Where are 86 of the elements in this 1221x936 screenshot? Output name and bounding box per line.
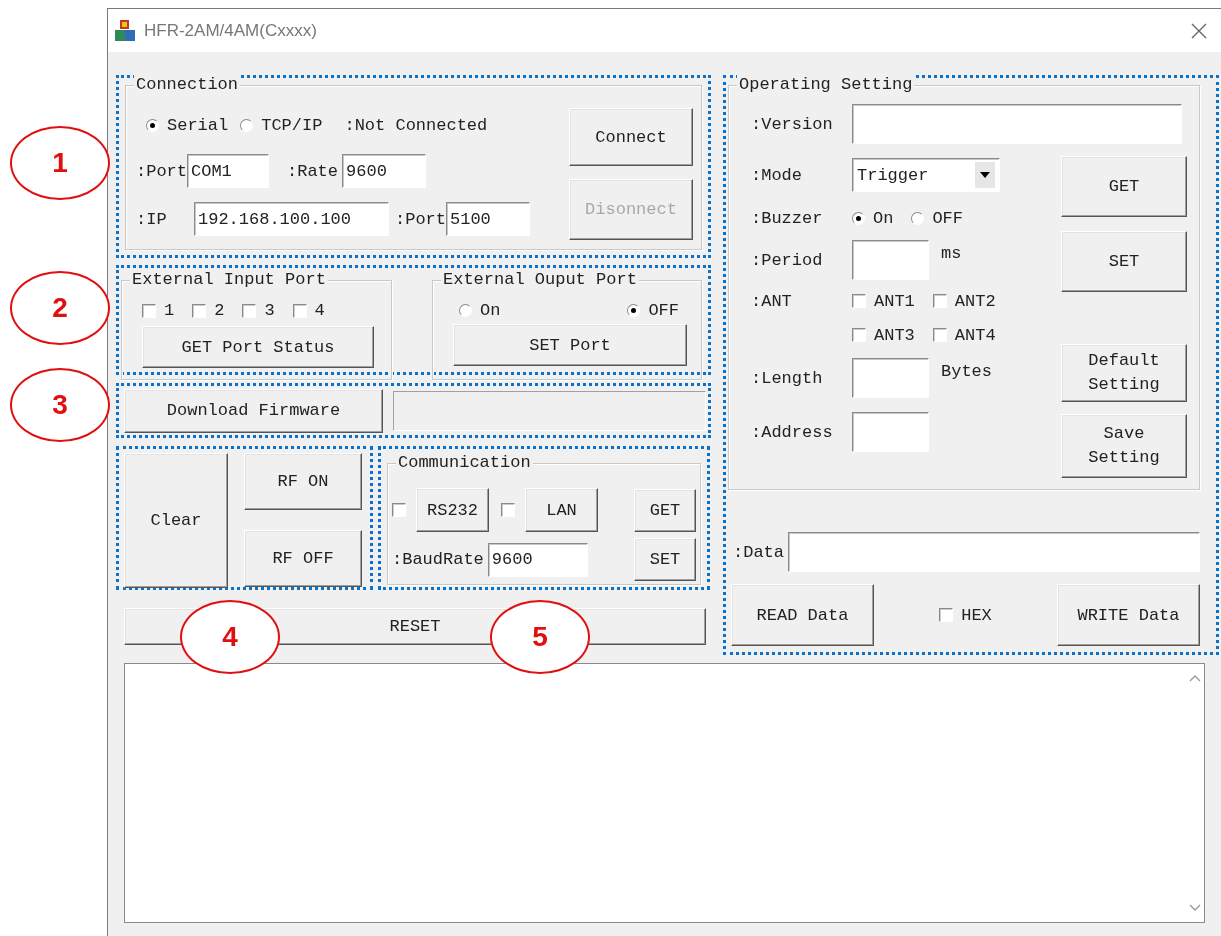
checkbox-label: 2	[214, 301, 225, 320]
data-field[interactable]	[788, 532, 1200, 572]
field-label: :Buzzer	[751, 208, 824, 228]
button[interactable]: SET Port	[453, 324, 687, 366]
caret-icon	[975, 162, 995, 188]
callout-number: 3	[10, 368, 110, 442]
checkbox-label: 4	[314, 301, 325, 320]
group-title: External Input Port	[130, 270, 328, 290]
unit-label: Bytes	[941, 362, 992, 381]
checkbox[interactable]	[932, 294, 947, 308]
checkbox[interactable]	[392, 503, 406, 517]
checkbox-label: HEX	[961, 605, 992, 625]
version-field[interactable]	[852, 104, 1182, 144]
callout-number: 1	[10, 126, 110, 200]
radio-button[interactable]	[627, 304, 641, 317]
field-label: :Mode	[751, 165, 803, 185]
field-label: :IP	[136, 209, 168, 229]
checkbox-label: ANT2	[954, 291, 996, 311]
button[interactable]: GET	[1061, 156, 1187, 217]
radio-button[interactable]	[459, 304, 472, 317]
field-label: :ANT	[751, 291, 793, 311]
field-label: :Port	[136, 161, 187, 181]
checkbox-label: ANT4	[954, 325, 996, 345]
radio-label: OFF	[932, 208, 963, 228]
checkbox[interactable]	[939, 608, 954, 622]
button[interactable]: LAN	[525, 488, 598, 532]
checkbox[interactable]	[501, 503, 515, 517]
button[interactable]: GET Port Status	[142, 326, 374, 368]
button[interactable]: RS232	[416, 488, 489, 532]
radio-label: OFF	[648, 301, 679, 320]
ip-field[interactable]: 192.168.100.100	[194, 202, 389, 236]
radio-button[interactable]	[146, 118, 159, 132]
field-label: :Data	[733, 542, 784, 562]
checkbox[interactable]	[292, 303, 307, 318]
checkbox[interactable]	[242, 303, 257, 318]
radio-button[interactable]	[240, 118, 254, 132]
button[interactable]: RF ON	[244, 453, 362, 510]
group-title: External Ouput Port	[441, 270, 639, 290]
address-field[interactable]	[852, 412, 929, 452]
button[interactable]: SET	[634, 538, 696, 581]
group-title: Operating Setting	[737, 75, 915, 95]
checkbox-label: 1	[164, 301, 175, 320]
unit-label: ms	[941, 244, 962, 263]
callout-number: 2	[10, 271, 110, 345]
radio-label: On	[873, 208, 894, 228]
button[interactable]: Default Setting	[1061, 344, 1187, 402]
button[interactable]: READ Data	[731, 584, 874, 646]
checkbox[interactable]	[852, 294, 866, 308]
field-label: :Period	[751, 250, 824, 270]
period-field[interactable]	[852, 240, 929, 280]
button[interactable]: WRITE Data	[1057, 584, 1200, 646]
length-field[interactable]	[852, 358, 929, 398]
connection-status: :Not Connected	[344, 115, 488, 135]
field-label: :Address	[751, 422, 834, 442]
mode-dropdown[interactable]: Trigger	[852, 158, 1000, 192]
button[interactable]: GET	[634, 488, 696, 532]
checkbox-label: 3	[264, 301, 275, 320]
button[interactable]: Download Firmware	[124, 388, 383, 433]
button[interactable]: SET	[1061, 231, 1187, 292]
checkbox[interactable]	[142, 303, 156, 318]
field-label: :Port	[395, 209, 446, 229]
app-icon	[114, 18, 136, 43]
radio-label: On	[480, 301, 501, 320]
window-title: HFR-2AM/4AM(Cxxxx)	[144, 20, 317, 41]
button[interactable]: RF OFF	[244, 530, 362, 587]
checkbox[interactable]	[852, 328, 866, 342]
field-label: :Version	[751, 114, 834, 134]
field-label: :Rate	[287, 161, 339, 181]
checkbox-label: ANT1	[874, 291, 915, 311]
close-icon	[1191, 22, 1207, 39]
port-field[interactable]: 5100	[446, 202, 530, 236]
checkbox[interactable]	[932, 328, 947, 342]
radio-button[interactable]	[911, 211, 925, 225]
radio-label: Serial	[167, 115, 229, 135]
button[interactable]: Save Setting	[1061, 414, 1187, 478]
port-field[interactable]: COM1	[187, 154, 269, 188]
checkbox-label: ANT3	[874, 325, 915, 345]
button[interactable]: Clear	[124, 453, 228, 588]
baud-rate-field[interactable]: 9600	[487, 542, 588, 577]
field-label: :BaudRate	[392, 550, 484, 569]
radio-button[interactable]	[852, 211, 865, 225]
rate-field[interactable]: 9600	[342, 154, 427, 188]
radio-label: TCP/IP	[261, 115, 323, 135]
checkbox[interactable]	[192, 303, 207, 318]
field-label: :Length	[751, 368, 824, 388]
button[interactable]: Connect	[569, 108, 693, 166]
